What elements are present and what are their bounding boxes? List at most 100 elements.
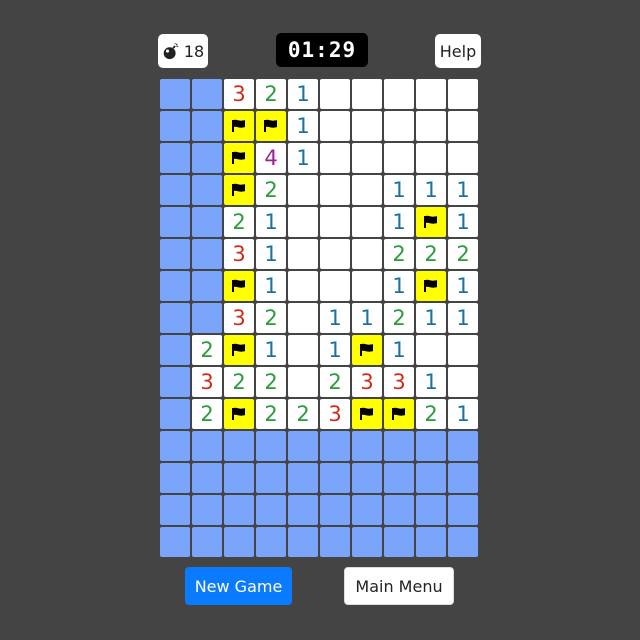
- cell-hidden[interactable]: [352, 495, 382, 525]
- cell-hidden[interactable]: [288, 495, 318, 525]
- cell-hidden[interactable]: [160, 367, 190, 397]
- cell-hidden[interactable]: [448, 527, 478, 557]
- cell-open[interactable]: [320, 207, 350, 237]
- cell-hidden[interactable]: [192, 79, 222, 109]
- cell-hidden[interactable]: [416, 463, 446, 493]
- cell-number[interactable]: 1: [288, 111, 318, 141]
- cell-hidden[interactable]: [256, 495, 286, 525]
- cell-flagged[interactable]: [224, 143, 254, 173]
- cell-hidden[interactable]: [160, 527, 190, 557]
- cell-number[interactable]: 2: [416, 399, 446, 429]
- cell-number[interactable]: 2: [192, 335, 222, 365]
- cell-number[interactable]: 2: [256, 303, 286, 333]
- cell-hidden[interactable]: [160, 399, 190, 429]
- cell-number[interactable]: 1: [448, 399, 478, 429]
- help-button[interactable]: Help: [435, 34, 481, 68]
- cell-number[interactable]: 2: [224, 207, 254, 237]
- cell-number[interactable]: 2: [256, 367, 286, 397]
- cell-open[interactable]: [320, 239, 350, 269]
- cell-number[interactable]: 1: [448, 175, 478, 205]
- cell-number[interactable]: 3: [224, 303, 254, 333]
- new-game-button[interactable]: New Game: [185, 567, 292, 605]
- cell-hidden[interactable]: [256, 431, 286, 461]
- cell-hidden[interactable]: [224, 463, 254, 493]
- cell-number[interactable]: 1: [384, 271, 414, 301]
- cell-hidden[interactable]: [160, 79, 190, 109]
- cell-open[interactable]: [320, 79, 350, 109]
- cell-open[interactable]: [288, 175, 318, 205]
- cell-number[interactable]: 1: [256, 271, 286, 301]
- cell-hidden[interactable]: [256, 527, 286, 557]
- cell-hidden[interactable]: [192, 431, 222, 461]
- cell-open[interactable]: [448, 367, 478, 397]
- cell-hidden[interactable]: [160, 495, 190, 525]
- cell-open[interactable]: [320, 271, 350, 301]
- cell-flagged[interactable]: [224, 335, 254, 365]
- cell-flagged[interactable]: [256, 111, 286, 141]
- cell-number[interactable]: 1: [416, 175, 446, 205]
- cell-hidden[interactable]: [160, 111, 190, 141]
- cell-open[interactable]: [288, 271, 318, 301]
- cell-number[interactable]: 1: [448, 303, 478, 333]
- cell-hidden[interactable]: [352, 527, 382, 557]
- cell-hidden[interactable]: [416, 527, 446, 557]
- cell-hidden[interactable]: [320, 463, 350, 493]
- cell-hidden[interactable]: [192, 527, 222, 557]
- cell-hidden[interactable]: [352, 463, 382, 493]
- cell-number[interactable]: 1: [256, 335, 286, 365]
- cell-open[interactable]: [288, 239, 318, 269]
- cell-hidden[interactable]: [320, 527, 350, 557]
- cell-number[interactable]: 3: [224, 239, 254, 269]
- cell-hidden[interactable]: [192, 207, 222, 237]
- cell-number[interactable]: 3: [224, 79, 254, 109]
- cell-flagged[interactable]: [224, 111, 254, 141]
- cell-number[interactable]: 1: [384, 175, 414, 205]
- cell-flagged[interactable]: [416, 207, 446, 237]
- cell-hidden[interactable]: [320, 431, 350, 461]
- cell-number[interactable]: 3: [192, 367, 222, 397]
- cell-number[interactable]: 3: [320, 399, 350, 429]
- cell-flagged[interactable]: [384, 399, 414, 429]
- cell-number[interactable]: 2: [288, 399, 318, 429]
- cell-open[interactable]: [416, 79, 446, 109]
- cell-hidden[interactable]: [256, 463, 286, 493]
- cell-open[interactable]: [352, 239, 382, 269]
- cell-hidden[interactable]: [160, 271, 190, 301]
- cell-number[interactable]: 2: [416, 239, 446, 269]
- cell-hidden[interactable]: [384, 495, 414, 525]
- cell-number[interactable]: 2: [256, 399, 286, 429]
- cell-number[interactable]: 1: [256, 239, 286, 269]
- cell-number[interactable]: 1: [384, 207, 414, 237]
- cell-hidden[interactable]: [160, 175, 190, 205]
- cell-hidden[interactable]: [160, 463, 190, 493]
- cell-open[interactable]: [352, 111, 382, 141]
- cell-flagged[interactable]: [416, 271, 446, 301]
- cell-hidden[interactable]: [384, 463, 414, 493]
- cell-number[interactable]: 1: [416, 367, 446, 397]
- cell-number[interactable]: 1: [320, 303, 350, 333]
- cell-open[interactable]: [416, 111, 446, 141]
- cell-open[interactable]: [288, 335, 318, 365]
- cell-open[interactable]: [448, 335, 478, 365]
- cell-hidden[interactable]: [192, 303, 222, 333]
- cell-hidden[interactable]: [384, 527, 414, 557]
- cell-hidden[interactable]: [160, 335, 190, 365]
- cell-open[interactable]: [448, 111, 478, 141]
- cell-open[interactable]: [416, 335, 446, 365]
- cell-hidden[interactable]: [192, 271, 222, 301]
- cell-open[interactable]: [448, 79, 478, 109]
- cell-open[interactable]: [320, 175, 350, 205]
- cell-number[interactable]: 1: [288, 79, 318, 109]
- cell-open[interactable]: [352, 207, 382, 237]
- cell-hidden[interactable]: [448, 495, 478, 525]
- cell-number[interactable]: 1: [448, 207, 478, 237]
- cell-number[interactable]: 2: [192, 399, 222, 429]
- cell-hidden[interactable]: [160, 207, 190, 237]
- cell-open[interactable]: [288, 367, 318, 397]
- cell-hidden[interactable]: [160, 143, 190, 173]
- cell-number[interactable]: 1: [448, 271, 478, 301]
- cell-open[interactable]: [320, 143, 350, 173]
- cell-number[interactable]: 1: [320, 335, 350, 365]
- cell-hidden[interactable]: [192, 495, 222, 525]
- cell-open[interactable]: [288, 207, 318, 237]
